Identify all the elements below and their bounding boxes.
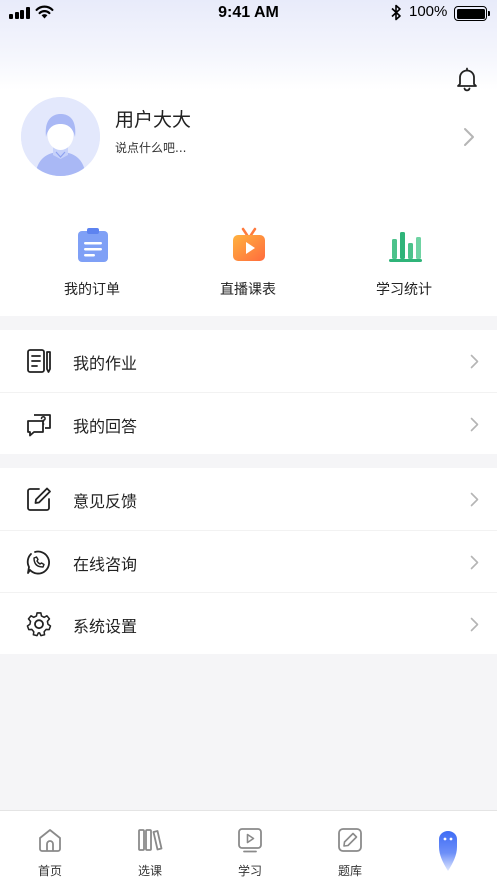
menu-item-my-homework[interactable]: 我的作业 <box>0 330 497 392</box>
home-icon <box>39 829 61 852</box>
menu-item-label: 我的回答 <box>73 417 138 436</box>
shortcut-my-orders[interactable]: 我的订单 <box>32 220 152 310</box>
bluetooth-icon <box>391 4 401 21</box>
bell-icon[interactable] <box>454 66 480 92</box>
tab-label: 题库 <box>337 864 362 878</box>
edit-feedback-icon <box>27 487 51 511</box>
menu-item-my-answers[interactable]: 我的回答 <box>0 392 497 454</box>
chevron-right-icon <box>470 417 479 432</box>
profile-active-icon <box>439 831 457 871</box>
menu-item-label: 系统设置 <box>73 617 138 636</box>
menu-item-label: 在线咨询 <box>73 555 138 574</box>
username: 用户大大 <box>115 109 192 131</box>
tab-question-bank[interactable]: 题库 <box>300 811 400 883</box>
tab-study[interactable]: 学习 <box>200 811 300 883</box>
battery-icon <box>454 6 490 21</box>
menu-item-feedback[interactable]: 意见反馈 <box>0 468 497 530</box>
user-signature: 说点什么吧... <box>115 141 187 155</box>
clipboard-icon <box>78 228 108 262</box>
gear-icon <box>26 612 52 637</box>
tab-home[interactable]: 首页 <box>0 811 100 883</box>
tab-label: 首页 <box>37 864 62 878</box>
menu-item-label: 意见反馈 <box>73 492 138 511</box>
play-icon <box>238 828 262 853</box>
answer-icon <box>27 414 51 437</box>
shortcut-live-schedule[interactable]: 直播课表 <box>188 220 308 310</box>
menu-item-online-consult[interactable]: 在线咨询 <box>0 530 497 592</box>
shortcut-label: 我的订单 <box>64 282 120 298</box>
chevron-right-icon <box>470 617 479 632</box>
menu-group-study: 我的作业 我的回答 <box>0 330 497 454</box>
chevron-right-icon <box>470 354 479 369</box>
chevron-right-icon <box>464 128 474 146</box>
shortcut-study-stats[interactable]: 学习统计 <box>344 220 464 310</box>
tab-profile[interactable] <box>397 811 497 883</box>
tab-label: 学习 <box>237 864 262 878</box>
pencil-icon <box>338 828 362 852</box>
menu-item-label: 我的作业 <box>73 354 138 373</box>
tv-play-icon <box>233 227 265 261</box>
menu-item-settings[interactable]: 系统设置 <box>0 592 497 654</box>
status-bar: 9:41 AM 100% <box>0 0 497 26</box>
menu-group-support: 意见反馈 在线咨询 系统设置 <box>0 468 497 654</box>
tab-courses[interactable]: 选课 <box>100 811 200 883</box>
shortcut-label: 学习统计 <box>376 282 432 298</box>
shortcut-label: 直播课表 <box>220 282 276 298</box>
shortcut-row: 我的订单 直播课表 学习统计 <box>0 220 497 310</box>
homework-icon <box>27 349 51 373</box>
avatar[interactable] <box>21 97 100 176</box>
avatar-placeholder-icon <box>21 97 100 176</box>
books-icon <box>138 829 163 851</box>
consult-phone-icon <box>26 550 50 575</box>
profile-header[interactable]: 用户大大 说点什么吧... <box>0 95 497 179</box>
chevron-right-icon <box>470 492 479 507</box>
bottom-tab-bar: 首页 选课 学习 题库 <box>0 810 497 883</box>
chevron-right-icon <box>470 555 479 570</box>
bar-chart-icon <box>389 232 422 262</box>
tab-label: 选课 <box>137 864 162 878</box>
battery-percent: 100% <box>409 3 448 20</box>
